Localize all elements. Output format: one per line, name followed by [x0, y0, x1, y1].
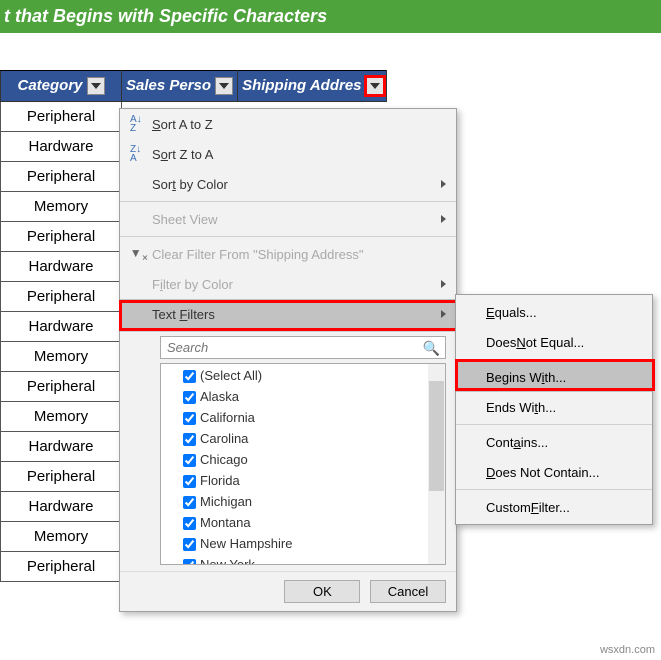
menu-label: Sheet View [152, 212, 450, 227]
equals[interactable]: Equals... [456, 297, 652, 327]
separator [120, 236, 456, 237]
watermark: wsxdn.com [600, 644, 655, 656]
dropdown-icon[interactable] [215, 77, 233, 95]
table-cell[interactable]: Memory [1, 192, 122, 222]
custom-filter[interactable]: Custom Filter... [456, 492, 652, 522]
menu-label: Text Filters [152, 307, 450, 322]
separator [120, 331, 456, 332]
list-item[interactable]: Chicago [165, 450, 441, 471]
text-filters-submenu: Equals... Does Not Equal... Begins With.… [455, 294, 653, 525]
clear-filter-icon: ▼✕ [126, 246, 152, 262]
table-cell[interactable]: Peripheral [1, 162, 122, 192]
header-label: Shipping Addres [242, 77, 361, 94]
table-cell[interactable]: Hardware [1, 132, 122, 162]
dropdown-icon[interactable] [87, 77, 105, 95]
table-cell[interactable]: Memory [1, 402, 122, 432]
table-cell[interactable]: Peripheral [1, 282, 122, 312]
table-cell[interactable]: Hardware [1, 492, 122, 522]
does-not-contain[interactable]: Does Not Contain... [456, 457, 652, 487]
list-item[interactable]: New Hampshire [165, 534, 441, 555]
checkbox[interactable] [183, 391, 196, 404]
ends-with[interactable]: Ends With... [456, 392, 652, 422]
table-cell[interactable]: Peripheral [1, 222, 122, 252]
separator [120, 201, 456, 202]
filter-by-color: Filter by Color [120, 269, 456, 299]
checkbox[interactable] [183, 370, 196, 383]
separator [456, 489, 652, 490]
menu-label: Sort A to Z [152, 117, 450, 132]
header-label: Sales Perso [126, 77, 211, 94]
page-title: t that Begins with Specific Characters [0, 0, 661, 33]
sort-za-icon: Z↓A [126, 145, 152, 164]
scrollbar[interactable] [428, 364, 445, 564]
does-not-equal[interactable]: Does Not Equal... [456, 327, 652, 357]
checkbox[interactable] [183, 517, 196, 530]
begins-with[interactable]: Begins With... [456, 362, 652, 392]
separator [456, 424, 652, 425]
header-sales[interactable]: Sales Perso [122, 71, 238, 102]
list-item[interactable]: Michigan [165, 492, 441, 513]
list-item[interactable]: Carolina [165, 429, 441, 450]
list-item[interactable]: California [165, 408, 441, 429]
menu-label: Sort by Color [152, 177, 450, 192]
table-cell[interactable]: Peripheral [1, 372, 122, 402]
menu-label: Sort Z to A [152, 147, 450, 162]
scroll-thumb[interactable] [429, 381, 444, 491]
checkbox[interactable] [183, 538, 196, 551]
table-cell[interactable]: Peripheral [1, 102, 122, 132]
header-shipping[interactable]: Shipping Addres [238, 71, 386, 102]
menu-label: Filter by Color [152, 277, 450, 292]
filter-listbox[interactable]: (Select All)AlaskaCaliforniaCarolinaChic… [160, 363, 446, 565]
list-item[interactable]: Montana [165, 513, 441, 534]
button-row: OK Cancel [120, 571, 456, 611]
list-item[interactable]: New York [165, 555, 441, 565]
sort-az-icon: A↓Z [126, 115, 152, 134]
menu-label: Clear Filter From "Shipping Address" [152, 247, 450, 262]
contains[interactable]: Contains... [456, 427, 652, 457]
ok-button[interactable]: OK [284, 580, 360, 603]
header-label: Category [17, 77, 82, 94]
table-cell[interactable]: Hardware [1, 252, 122, 282]
sort-az[interactable]: A↓Z Sort A to Z [120, 109, 456, 139]
table-cell[interactable]: Peripheral [1, 462, 122, 492]
list-item[interactable]: (Select All) [165, 366, 441, 387]
search-icon[interactable]: 🔍 [423, 340, 440, 357]
checkbox[interactable] [183, 454, 196, 467]
sort-by-color[interactable]: Sort by Color [120, 169, 456, 199]
search-input[interactable] [160, 336, 446, 359]
checkbox[interactable] [183, 433, 196, 446]
table-cell[interactable]: Memory [1, 342, 122, 372]
header-category[interactable]: Category [1, 71, 122, 102]
sheet-view: Sheet View [120, 204, 456, 234]
dropdown-icon[interactable] [366, 77, 384, 95]
checkbox[interactable] [183, 412, 196, 425]
clear-filter: ▼✕ Clear Filter From "Shipping Address" [120, 239, 456, 269]
checkbox[interactable] [183, 496, 196, 509]
table-cell[interactable]: Memory [1, 522, 122, 552]
separator [456, 359, 652, 360]
list-item[interactable]: Alaska [165, 387, 441, 408]
list-item[interactable]: Florida [165, 471, 441, 492]
table-cell[interactable]: Hardware [1, 312, 122, 342]
table-cell[interactable]: Hardware [1, 432, 122, 462]
checkbox[interactable] [183, 475, 196, 488]
filter-menu: A↓Z Sort A to Z Z↓A Sort Z to A Sort by … [119, 108, 457, 612]
checkbox[interactable] [183, 559, 196, 565]
cancel-button[interactable]: Cancel [370, 580, 446, 603]
sort-za[interactable]: Z↓A Sort Z to A [120, 139, 456, 169]
search-wrap: 🔍 [160, 336, 446, 359]
table-cell[interactable]: Peripheral [1, 552, 122, 582]
text-filters[interactable]: Text Filters [120, 299, 456, 329]
